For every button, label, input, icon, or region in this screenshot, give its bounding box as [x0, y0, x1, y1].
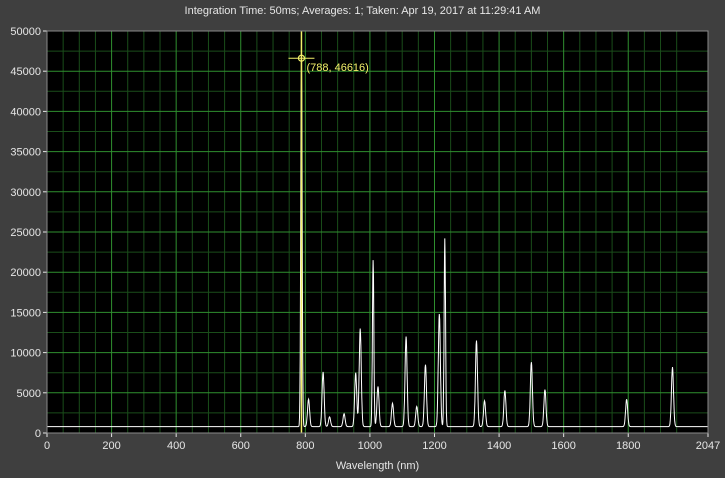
x-tick-label: 2047: [696, 440, 720, 452]
y-tick-label: 25000: [10, 227, 41, 239]
x-tick-label: 400: [167, 440, 185, 452]
spectrometer-view: Integration Time: 50ms; Averages: 1; Tak…: [0, 0, 725, 478]
x-axis-label: Wavelength (nm): [336, 460, 419, 472]
x-tick-label: 0: [44, 440, 50, 452]
x-tick-label: 600: [232, 440, 250, 452]
spectrum-chart[interactable]: (788, 46616) 0 200 400 600 800 1000 1200 1400 160…: [0, 0, 725, 478]
x-tick-label: 1600: [551, 440, 575, 452]
x-tick-label: 1400: [487, 440, 511, 452]
y-tick-label: 15000: [10, 307, 41, 319]
y-tick-label: 0: [35, 428, 41, 440]
y-tick-label: 5000: [17, 388, 41, 400]
x-tick-label: 1800: [616, 440, 640, 452]
y-tick-label: 45000: [10, 66, 41, 78]
y-tick-label: 40000: [10, 106, 41, 118]
x-tick-label: 800: [296, 440, 314, 452]
y-tick-label: 20000: [10, 267, 41, 279]
x-tick-label: 1200: [422, 440, 446, 452]
y-tick-label: 50000: [10, 26, 41, 38]
y-tick-label: 10000: [10, 348, 41, 360]
y-tick-label: 35000: [10, 147, 41, 159]
x-tick-label: 1000: [358, 440, 382, 452]
x-tick-label: 200: [102, 440, 120, 452]
cursor-readout-label: (788, 46616): [306, 62, 368, 74]
y-tick-label: 30000: [10, 187, 41, 199]
